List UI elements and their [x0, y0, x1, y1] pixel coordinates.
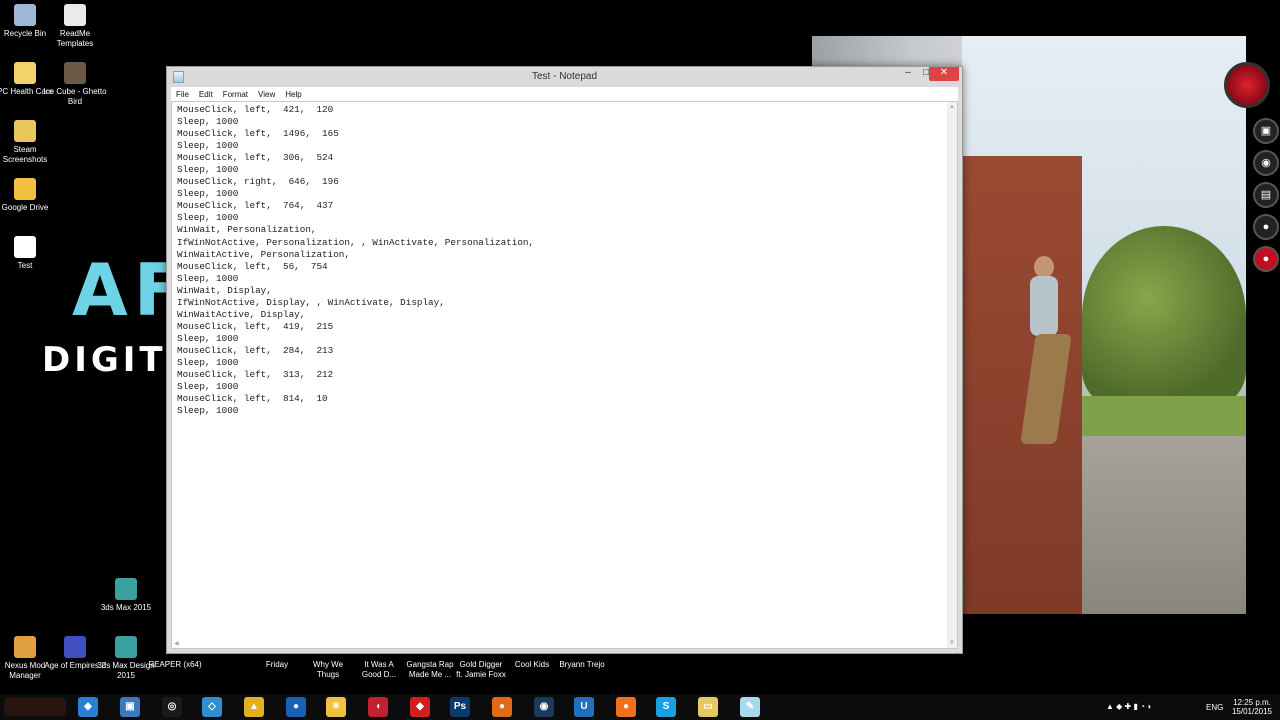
desktop-label-gangsta-rap[interactable]: Gangsta Rap Made Me ...	[404, 660, 456, 680]
media-player-taskbar-icon[interactable]: ▲	[244, 697, 264, 717]
desktop-icon-label: Google Drive	[1, 203, 49, 212]
film-gadget-icon[interactable]: ▤	[1253, 182, 1279, 208]
clock-date: 15/01/2015	[1231, 707, 1273, 716]
record-gadget-icon[interactable]: ●	[1253, 246, 1279, 272]
desktop-label-bryann-trejo[interactable]: Bryann Trejo	[556, 660, 608, 670]
3ds-max-2015-icon	[115, 578, 137, 600]
twitch-gadget-icon[interactable]: ▣	[1253, 118, 1279, 144]
nexus-mod-manager-icon	[14, 636, 36, 658]
desktop-icon-label: Test	[17, 261, 33, 270]
window-title: Test - Notepad	[531, 71, 598, 82]
desktop-label-gold-digger[interactable]: Gold Digger ft. Jamie Foxx	[456, 660, 506, 680]
notepad-window[interactable]: Test - Notepad – □ ✕ File Edit Format View H…	[166, 66, 963, 654]
vertical-scrollbar[interactable]: ▲ ▼	[947, 102, 957, 648]
dropbox-taskbar-icon[interactable]: ◆	[78, 697, 98, 717]
browser-globe-taskbar-icon[interactable]: ●	[286, 697, 306, 717]
desktop-icon-3ds-max-design-2015[interactable]: 3ds Max Design 2015	[94, 636, 158, 681]
taskbar: ◆ ▣ ◎ ◇ ▲ ● ✳ ◖ ◆ Ps ● ◉ U ● S ▭ ✎ ▲ ◆ ✚ ▮ ◔ ◗ ENG 12:25…	[0, 694, 1280, 720]
ice-cube-icon	[64, 62, 86, 84]
origin-client-taskbar-icon[interactable]: ◎	[162, 697, 182, 717]
climber-figure	[1012, 236, 1072, 476]
desktop-icon-label: Ice Cube - Ghetto Bird	[43, 87, 107, 106]
wallpaper-subtitle: DIGIT	[42, 340, 167, 380]
menu-format[interactable]: Format	[218, 87, 253, 99]
desktop-label-it-was-a-good[interactable]: It Was A Good D...	[356, 660, 402, 680]
readme-templates-icon	[64, 4, 86, 26]
desktop-icon-label: ReadMe Templates	[56, 29, 94, 48]
menu-bar: File Edit Format View Help	[171, 87, 958, 101]
text-editor[interactable]: MouseClick, left, 421, 120 Sleep, 1000 M…	[171, 101, 958, 649]
game-client-taskbar-icon[interactable]: ◖	[368, 697, 388, 717]
pc-health-care-icon	[14, 62, 36, 84]
clock[interactable]: 12:25 p.m. 15/01/2015	[1228, 698, 1276, 716]
desktop: AF DIGIT Recycle Bin ReadMe Templates PC H…	[0, 0, 1280, 720]
3ds-max-design-2015-icon	[115, 636, 137, 658]
recycle-bin-icon	[14, 4, 36, 26]
google-drive-icon	[14, 178, 36, 200]
clock-time: 12:25 p.m.	[1233, 698, 1271, 707]
close-button[interactable]: ✕	[929, 67, 959, 81]
desktop-label-cool-kids[interactable]: Cool Kids	[510, 660, 554, 670]
notepad-taskbar-icon[interactable]: ✎	[740, 697, 760, 717]
scroll-down-icon[interactable]: ▼	[949, 640, 955, 646]
desktop-label-reaper[interactable]: REAPER (x64)	[148, 660, 202, 670]
desktop-icon-ice-cube[interactable]: Ice Cube - Ghetto Bird	[43, 62, 107, 107]
sketch-app-taskbar-icon[interactable]: ◇	[202, 697, 222, 717]
gadget-launcher-icon[interactable]	[1224, 62, 1270, 108]
tray-icons[interactable]: ▲ ◆ ✚ ▮ ◔ ◗	[1106, 702, 1152, 720]
menu-view[interactable]: View	[253, 87, 280, 99]
menu-edit[interactable]: Edit	[194, 87, 218, 99]
desktop-icon-readme-templates[interactable]: ReadMe Templates	[43, 4, 107, 49]
pinwheel-app-taskbar-icon[interactable]: ✳	[326, 697, 346, 717]
file-explorer-taskbar-icon[interactable]: ▭	[698, 697, 718, 717]
sketchup-taskbar-icon[interactable]: ◆	[410, 697, 430, 717]
scroll-up-icon[interactable]: ▲	[949, 104, 955, 110]
age-of-empires-2-icon	[64, 636, 86, 658]
photoshop-taskbar-icon[interactable]: Ps	[450, 697, 470, 717]
desktop-icon-test[interactable]: Test	[0, 236, 57, 271]
desktop-icon-steam-screenshots[interactable]: Steam Screenshots	[0, 120, 57, 165]
start-button[interactable]	[4, 698, 66, 716]
firefox-taskbar-icon[interactable]: ●	[492, 697, 512, 717]
camera-gadget-icon[interactable]: ◉	[1253, 150, 1279, 176]
skype-taskbar-icon[interactable]: S	[656, 697, 676, 717]
steam-taskbar-icon[interactable]: ◉	[534, 697, 554, 717]
steam-screenshots-icon	[14, 120, 36, 142]
control-panel-taskbar-icon[interactable]: ▣	[120, 697, 140, 717]
desktop-icon-label: 3ds Max 2015	[100, 603, 152, 612]
language-indicator[interactable]: ENG	[1206, 703, 1223, 720]
editor-content[interactable]: MouseClick, left, 421, 120 Sleep, 1000 M…	[177, 104, 534, 417]
menu-file[interactable]: File	[171, 87, 194, 99]
test-icon	[14, 236, 36, 258]
menu-help[interactable]: Help	[280, 87, 306, 99]
desktop-icon-google-drive[interactable]: Google Drive	[0, 178, 57, 213]
desktop-icon-3ds-max-2015[interactable]: 3ds Max 2015	[94, 578, 158, 613]
desktop-label-why-we-thugs[interactable]: Why We Thugs	[306, 660, 350, 680]
uplay-taskbar-icon[interactable]: U	[574, 697, 594, 717]
desktop-icon-label: Steam Screenshots	[2, 145, 48, 164]
chat-gadget-icon[interactable]: ●	[1253, 214, 1279, 240]
desktop-label-friday[interactable]: Friday	[256, 660, 298, 670]
origin-taskbar-icon[interactable]: ●	[616, 697, 636, 717]
scroll-left-icon[interactable]: ◀	[174, 640, 179, 647]
title-bar[interactable]: Test - Notepad – □ ✕	[167, 67, 962, 87]
